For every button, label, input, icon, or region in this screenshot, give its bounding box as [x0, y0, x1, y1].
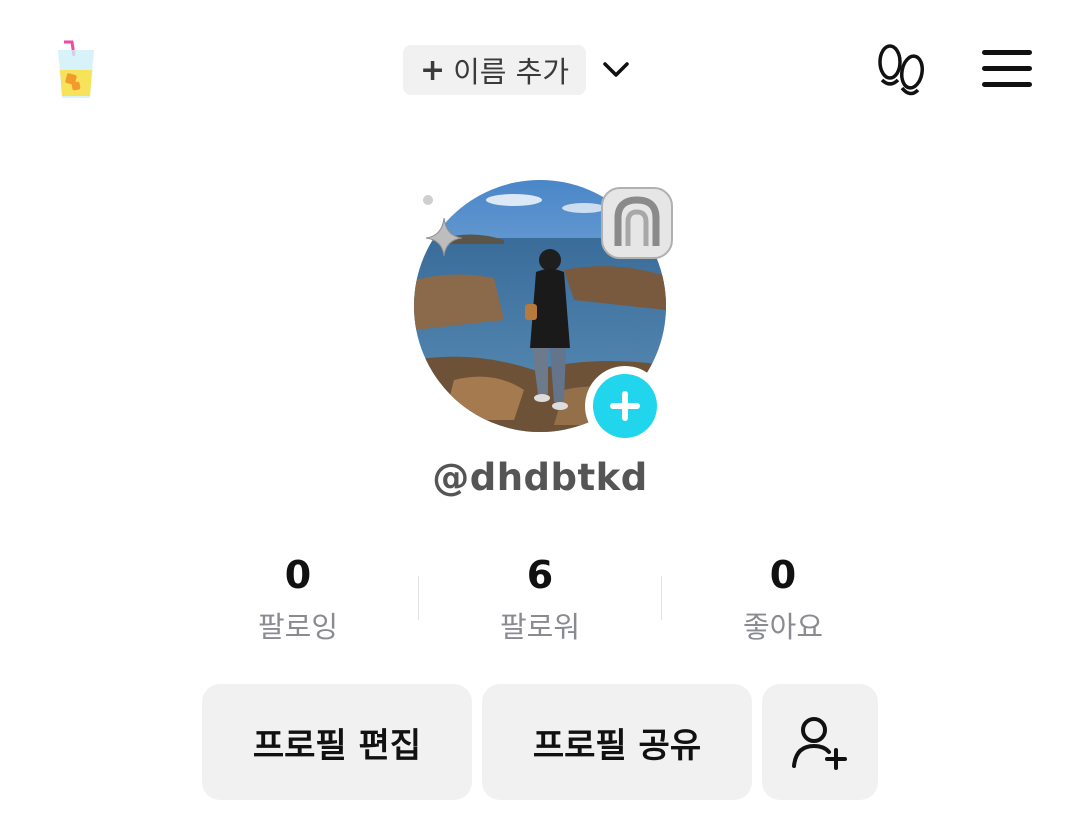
stat-value: 0 [284, 553, 312, 597]
username: @dhdbtkd [432, 456, 648, 499]
plus-icon: + [419, 52, 446, 88]
stat-likes[interactable]: 0 좋아요 [683, 552, 883, 646]
stat-followers[interactable]: 6 팔로워 [440, 552, 640, 646]
stat-value: 6 [526, 553, 554, 597]
hamburger-menu-icon[interactable] [980, 46, 1034, 92]
plus-icon [610, 391, 640, 421]
stat-label: 좋아요 [742, 610, 824, 644]
add-name-label: 이름 추가 [453, 55, 570, 89]
add-friend-button[interactable] [762, 684, 878, 800]
stat-following[interactable]: 0 팔로잉 [198, 552, 398, 646]
chevron-down-icon[interactable] [600, 54, 632, 86]
footprint-icon[interactable] [874, 40, 930, 100]
sparkle-icon [416, 188, 466, 258]
edit-profile-button[interactable]: 프로필 편집 [202, 684, 472, 800]
stat-divider [661, 576, 662, 620]
share-profile-button[interactable]: 프로필 공유 [482, 684, 752, 800]
stat-divider [418, 576, 419, 620]
stat-value: 0 [769, 553, 797, 597]
stat-label: 팔로워 [499, 610, 581, 644]
add-user-icon [792, 717, 847, 770]
avatar-section [410, 178, 680, 446]
drink-cup-icon[interactable] [52, 38, 100, 102]
profile-frame-badge-icon[interactable] [598, 184, 676, 262]
add-story-button[interactable] [585, 366, 665, 446]
add-name-button[interactable]: + 이름 추가 [403, 45, 586, 95]
top-bar: + 이름 추가 [0, 0, 1080, 140]
stat-label: 팔로잉 [257, 610, 339, 644]
